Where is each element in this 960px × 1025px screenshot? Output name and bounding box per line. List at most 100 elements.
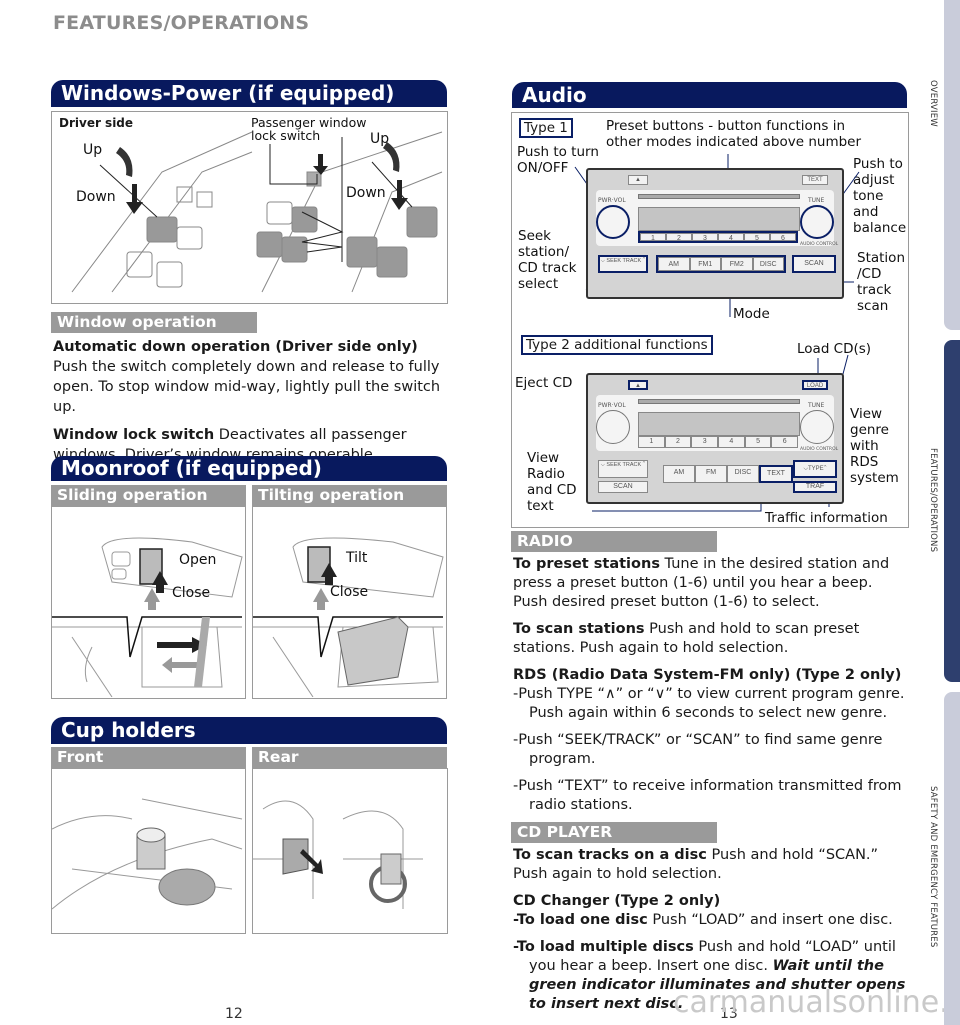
scan-button[interactable]: SCAN	[792, 255, 836, 273]
preset-button[interactable]: 1	[640, 233, 666, 242]
scan-term: To scan stations	[513, 621, 645, 637]
mode-button-am[interactable]: AM	[658, 257, 690, 271]
preset-button[interactable]: 5	[744, 436, 772, 448]
sliding-subheading: Sliding operation	[51, 485, 246, 506]
moonroof-section-header: Moonroof (if equipped)	[51, 456, 447, 481]
auto-down-desc: Push the switch completely down and rele…	[53, 359, 441, 415]
windows-illustration: Driver side Up Down Passenger window loc…	[51, 111, 448, 304]
cupholders-section-header: Cup holders	[51, 717, 447, 744]
display	[638, 207, 800, 231]
changer-heading-text: CD Changer (Type 2 only)	[513, 893, 721, 909]
windows-section-header: Windows-Power (if equipped)	[51, 80, 447, 107]
up-label-passenger: Up	[370, 131, 390, 147]
cd-scan-term: To scan tracks on a disc	[513, 847, 707, 863]
tilt-label: Tilt	[346, 550, 368, 566]
close-label-tilting: Close	[330, 584, 369, 600]
preset-button[interactable]: 6	[771, 436, 799, 448]
rds-item: -Push “SEEK/TRACK” or “SCAN” to find sam…	[513, 732, 883, 767]
preset-button[interactable]: 4	[718, 233, 744, 242]
sliding-illustration: Open Close	[51, 506, 246, 699]
preset-paragraph: To preset stations Tune in the desired s…	[513, 555, 908, 612]
power-volume-knob[interactable]	[596, 205, 630, 239]
lock-switch-term: Window lock switch	[53, 427, 215, 443]
rds-item: -Push “TEXT” to receive information tran…	[513, 778, 902, 813]
front-cupholder-drawing	[52, 798, 243, 910]
tilting-illustration: Tilt Close	[252, 506, 447, 699]
audio-control-text: AUDIO CONTROL	[800, 447, 839, 452]
type-button[interactable]: ⌵TYPE⌃	[793, 460, 837, 478]
preset-row: 123456	[638, 231, 798, 243]
mode-row: AM FM DISC TEXT	[663, 465, 793, 483]
load-button[interactable]: LOAD	[802, 380, 828, 390]
load-one-item: -To load one disc Push “LOAD” and insert…	[513, 911, 910, 930]
mode-button-fm2[interactable]: FM2	[721, 257, 753, 271]
down-label-passenger: Down	[346, 185, 386, 201]
rds-heading-text: RDS (Radio Data System-FM only) (Type 2 …	[513, 667, 902, 683]
seek-track-button[interactable]: ⌵ SEEK TRACK ⌃	[598, 255, 648, 273]
tune-knob[interactable]	[800, 410, 834, 444]
preset-button[interactable]: 5	[744, 233, 770, 242]
auto-down-paragraph: Automatic down operation (Driver side on…	[53, 337, 448, 417]
audio-control-text: AUDIO CONTROL	[800, 242, 839, 247]
mode-button-disc[interactable]: DISC	[752, 257, 784, 271]
mode-button-am[interactable]: AM	[663, 465, 695, 483]
auto-down-term: Automatic down operation (Driver side on…	[53, 339, 418, 355]
radio-subheading: RADIO	[511, 531, 717, 552]
preset-button[interactable]: 4	[718, 436, 745, 448]
cd-slot	[638, 194, 800, 199]
running-head: FEATURES/OPERATIONS	[53, 12, 310, 34]
eject-button[interactable]: ▲	[628, 380, 648, 390]
load-one-term: -To load one disc	[513, 912, 648, 928]
preset-row: 123456	[638, 436, 799, 448]
rds-item: -Push TYPE “∧” or “∨” to view current pr…	[513, 686, 905, 721]
text-button[interactable]: TEXT	[802, 175, 828, 185]
tune-text: TUNE	[808, 197, 825, 204]
open-label: Open	[179, 552, 217, 568]
cd-scan-paragraph: To scan tracks on a disc Push and hold “…	[513, 846, 910, 884]
radio-text: To preset stations Tune in the desired s…	[513, 555, 908, 823]
tilting-subheading: Tilting operation	[252, 485, 447, 506]
mode-button-text[interactable]: TEXT	[759, 465, 793, 483]
front-subheading: Front	[51, 747, 246, 768]
tune-knob[interactable]	[800, 205, 834, 239]
radio-type2: ▲ LOAD PWR·VOL TUNE AUDIO CONTROL 1 2 3 4 5 6 ⌵ SEE…	[586, 373, 844, 504]
scan-button[interactable]: SCAN	[598, 481, 648, 493]
preset-button[interactable]: 3	[691, 436, 719, 448]
display	[638, 412, 800, 436]
pwr-vol-text: PWR·VOL	[598, 402, 626, 409]
preset-button[interactable]: 3	[692, 233, 718, 242]
close-label-sliding: Close	[172, 585, 211, 601]
changer-heading: CD Changer (Type 2 only)	[513, 892, 910, 911]
side-tab-safety-label: SAFETY AND EMERGENCY FEATURES	[928, 786, 938, 948]
load-one-desc: Push “LOAD” and insert one disc.	[647, 912, 893, 928]
pwr-vol-text: PWR·VOL	[598, 197, 626, 204]
preset-button[interactable]: 2	[664, 436, 692, 448]
side-tab-safety[interactable]	[944, 692, 960, 1025]
mode-button-fm[interactable]: FM	[695, 465, 727, 483]
preset-button[interactable]: 2	[666, 233, 692, 242]
mode-button-disc[interactable]: DISC	[727, 465, 759, 483]
window-operation-text: Automatic down operation (Driver side on…	[53, 337, 448, 473]
rear-cupholder-drawing	[253, 800, 423, 909]
power-volume-knob[interactable]	[596, 410, 630, 444]
mode-button-fm1[interactable]: FM1	[689, 257, 721, 271]
rds-heading: RDS (Radio Data System-FM only) (Type 2 …	[513, 666, 908, 685]
rear-cupholder-illustration	[252, 768, 448, 934]
side-tab-features[interactable]	[944, 340, 960, 682]
preset-term: To preset stations	[513, 556, 660, 572]
cd-player-subheading: CD PLAYER	[511, 822, 717, 843]
traf-button[interactable]: TRAF	[793, 481, 837, 493]
driver-side-label: Driver side	[59, 116, 134, 130]
front-cupholder-illustration	[51, 768, 246, 934]
side-tab-overview-label: OVERVIEW	[928, 80, 938, 127]
rear-subheading: Rear	[252, 747, 447, 768]
page-number-left: 12	[225, 1006, 243, 1022]
seek-track-button[interactable]: ⌵ SEEK TRACK ⌃	[598, 460, 648, 478]
side-tab-overview[interactable]	[944, 0, 960, 330]
load-multi-term: -To load multiple discs	[513, 939, 694, 955]
moonroof-slide-drawing	[52, 537, 243, 697]
preset-button[interactable]: 1	[638, 436, 665, 448]
side-tab-features-label: FEATURES/OPERATIONS	[928, 448, 938, 553]
preset-button[interactable]: 6	[770, 233, 796, 242]
eject-button[interactable]: ▲	[628, 175, 648, 185]
